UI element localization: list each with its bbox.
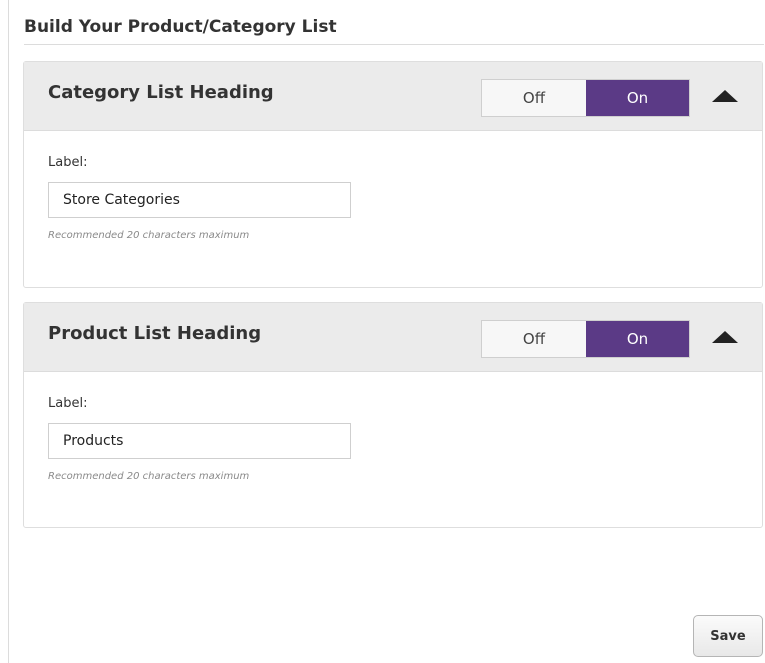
panel-header: Product List Heading Off On (24, 303, 762, 372)
toggle-on-option[interactable]: On (586, 80, 689, 116)
character-hint: Recommended 20 characters maximum (48, 471, 250, 482)
panel-header: Category List Heading Off On (24, 62, 762, 131)
on-off-toggle[interactable]: Off On (481, 79, 690, 117)
collapse-arrow-icon[interactable] (712, 331, 738, 343)
toggle-off-option[interactable]: Off (482, 321, 586, 357)
left-frame-border (0, 0, 9, 663)
toggle-off-option[interactable]: Off (482, 80, 586, 116)
toggle-on-option[interactable]: On (586, 321, 689, 357)
product-list-heading-panel: Product List Heading Off On Label: Recom… (23, 302, 763, 528)
collapse-arrow-icon[interactable] (712, 90, 738, 102)
character-hint: Recommended 20 characters maximum (48, 230, 250, 241)
title-divider (24, 44, 764, 45)
category-label-input[interactable] (48, 182, 351, 218)
save-button[interactable]: Save (693, 615, 763, 657)
product-label-input[interactable] (48, 423, 351, 459)
field-label: Label: (48, 396, 88, 411)
panel-title: Category List Heading (48, 82, 274, 103)
category-list-heading-panel: Category List Heading Off On Label: Reco… (23, 61, 763, 288)
page-title: Build Your Product/Category List (24, 17, 337, 37)
field-label: Label: (48, 155, 88, 170)
panel-title: Product List Heading (48, 323, 262, 344)
on-off-toggle[interactable]: Off On (481, 320, 690, 358)
